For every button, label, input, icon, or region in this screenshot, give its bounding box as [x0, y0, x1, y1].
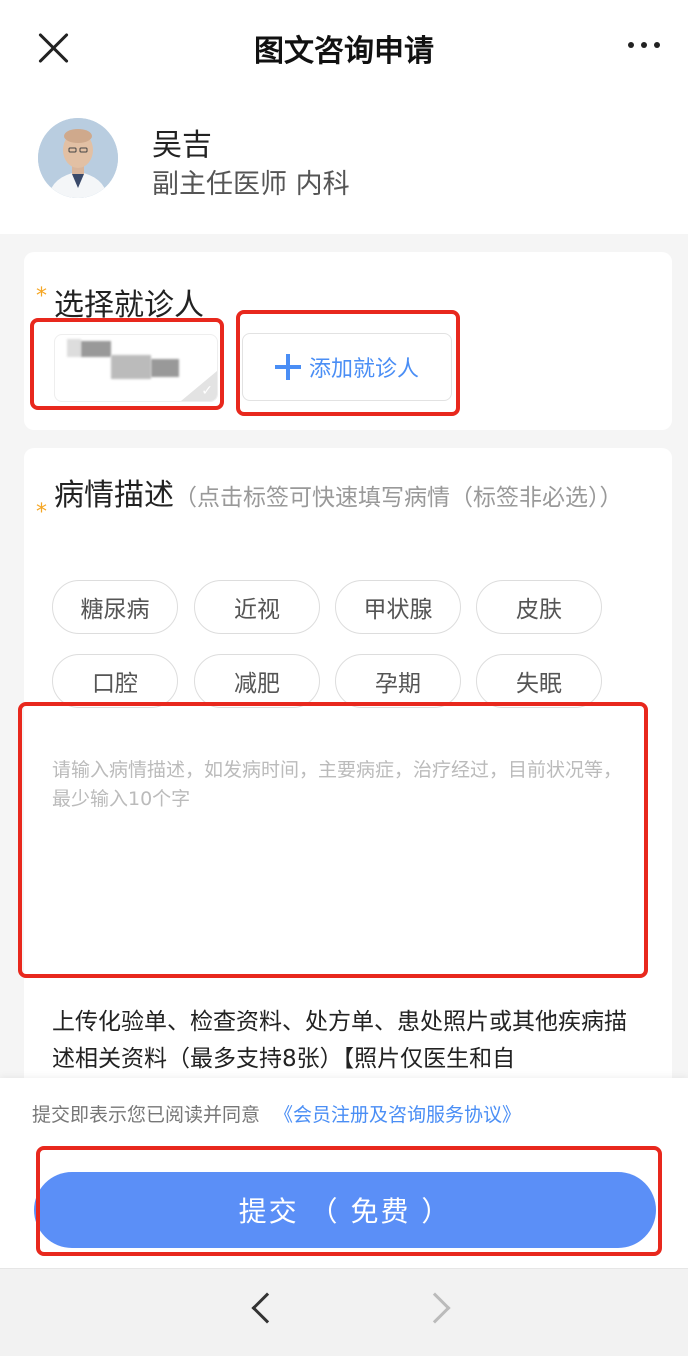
doctor-avatar — [38, 118, 118, 198]
doctor-info: 吴吉 副主任医师 内科 — [0, 96, 688, 234]
tag-3[interactable]: 皮肤 — [476, 580, 602, 634]
page-title: 图文咨询申请 — [254, 34, 434, 69]
more-icon[interactable] — [628, 42, 660, 48]
description-input[interactable] — [52, 756, 632, 956]
description-box — [24, 712, 644, 970]
upload-instructions: 上传化验单、检查资料、处方单、患处照片或其他疾病描述相关资料（最多支持8张）【照… — [52, 1009, 627, 1072]
required-mark: * — [36, 284, 47, 309]
patient-section-label: 选择就诊人 — [54, 288, 204, 323]
forward-arrow-icon[interactable] — [419, 1292, 451, 1324]
agreement-link[interactable]: 《会员注册及咨询服务协议》 — [274, 1104, 521, 1126]
condition-hint: （点击标签可快速填写病情（标签非必选）） — [174, 485, 623, 511]
tag-2[interactable]: 甲状腺 — [335, 580, 461, 634]
back-arrow-icon[interactable] — [251, 1292, 283, 1324]
tag-1[interactable]: 近视 — [194, 580, 320, 634]
plus-icon — [274, 354, 301, 380]
footer: 提交即表示您已阅读并同意 《会员注册及咨询服务协议》 提交 （ 免费 ） — [0, 1078, 688, 1268]
add-patient-label: 添加就诊人 — [308, 357, 419, 382]
doctor-title: 副主任医师 内科 — [152, 169, 350, 200]
tag-7[interactable]: 失眠 — [476, 654, 602, 708]
add-patient-button[interactable]: 添加就诊人 — [242, 333, 452, 401]
agreement-text: 提交即表示您已阅读并同意 《会员注册及咨询服务协议》 — [32, 1100, 521, 1127]
tag-6[interactable]: 孕期 — [335, 654, 461, 708]
browser-nav-bar — [0, 1268, 688, 1356]
tag-4[interactable]: 口腔 — [52, 654, 178, 708]
agreement-prefix: 提交即表示您已阅读并同意 — [32, 1104, 261, 1126]
condition-section-label: 病情描述（点击标签可快速填写病情（标签非必选）） — [54, 476, 624, 518]
patient-chip[interactable]: ✓ — [54, 334, 218, 402]
submit-button[interactable]: 提交 （ 免费 ） — [34, 1172, 656, 1248]
required-mark: * — [36, 500, 47, 525]
check-icon: ✓ — [201, 383, 213, 399]
title-bar: 图文咨询申请 — [0, 0, 688, 96]
doctor-name: 吴吉 — [152, 128, 212, 163]
tag-0[interactable]: 糖尿病 — [52, 580, 178, 634]
tag-5[interactable]: 减肥 — [194, 654, 320, 708]
condition-label: 病情描述 — [54, 478, 174, 513]
